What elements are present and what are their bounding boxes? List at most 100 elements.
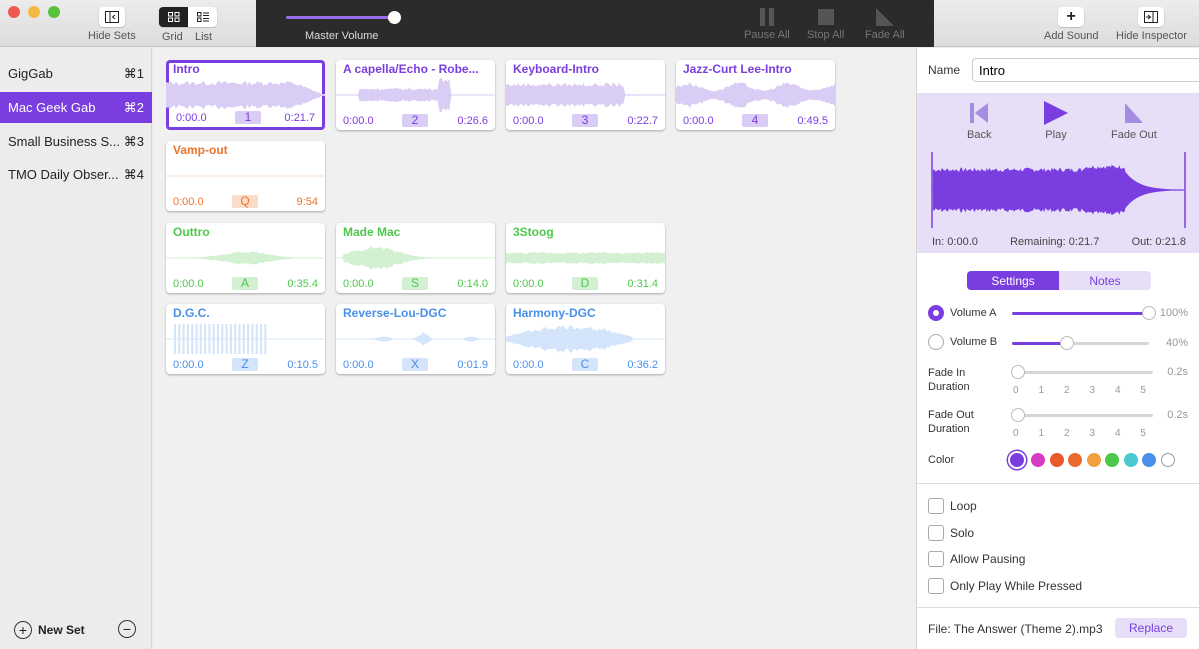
color-swatch[interactable] xyxy=(1068,453,1082,467)
only-play-while-pressed-checkbox[interactable]: Only Play While Pressed xyxy=(928,578,1082,594)
volume-b-radio[interactable] xyxy=(928,334,944,350)
stop-all-button[interactable]: Stop All xyxy=(807,8,844,41)
tab-settings[interactable]: Settings xyxy=(967,271,1059,290)
fade-in-slider[interactable] xyxy=(1010,365,1153,379)
set-item[interactable]: Small Business S... ⌘3 xyxy=(0,126,152,157)
divider xyxy=(917,607,1199,608)
sound-title: Harmony-DGC xyxy=(513,306,596,320)
tick-label: 3 xyxy=(1089,385,1096,396)
slider-knob[interactable] xyxy=(1059,336,1074,350)
fade-out-icon xyxy=(1124,103,1143,123)
fade-in-value: 0.2s xyxy=(1167,366,1188,378)
slider-knob[interactable] xyxy=(1010,408,1025,422)
fade-out-slider[interactable] xyxy=(1010,408,1153,422)
add-sound-button[interactable]: + Add Sound xyxy=(1044,7,1098,42)
replace-button[interactable]: Replace xyxy=(1115,618,1187,638)
sound-title: Jazz-Curt Lee-Intro xyxy=(683,62,792,76)
sound-hotkey: A xyxy=(232,277,258,290)
remove-set-button[interactable]: − xyxy=(118,620,136,638)
sound-waveform xyxy=(166,175,325,177)
tick-label: 1 xyxy=(1038,385,1045,396)
tick-label: 1 xyxy=(1038,428,1045,439)
volume-a-radio[interactable] xyxy=(928,305,944,321)
sound-card[interactable]: Made Mac 0:00.0 S 0:14.0 xyxy=(336,223,495,293)
waveform-editor[interactable] xyxy=(917,150,1199,230)
master-volume-track[interactable] xyxy=(286,16,396,19)
back-icon xyxy=(970,103,989,123)
loop-checkbox[interactable]: Loop xyxy=(928,498,977,514)
sound-card[interactable]: A capella/Echo - Robe... 0:00.0 2 0:26.6 xyxy=(336,60,495,130)
slider-knob[interactable] xyxy=(1010,365,1025,379)
master-volume-knob[interactable] xyxy=(388,11,401,24)
color-swatch[interactable] xyxy=(1010,453,1024,467)
color-label: Color xyxy=(928,454,955,466)
hide-inspector-button[interactable]: Hide Inspector xyxy=(1116,7,1187,42)
sound-card[interactable]: Intro 0:00.0 1 0:21.7 xyxy=(166,60,325,130)
sound-card[interactable]: D.G.C. 0:00.0 Z 0:10.5 xyxy=(166,304,325,374)
list-view-button[interactable] xyxy=(188,7,217,27)
set-item-selected[interactable]: Mac Geek Gab ⌘2 xyxy=(0,92,152,123)
sound-duration: 0:10.5 xyxy=(287,359,318,371)
back-button[interactable]: Back xyxy=(967,103,991,141)
color-picker xyxy=(1008,453,1179,467)
color-swatch[interactable] xyxy=(1160,453,1175,467)
fade-all-button[interactable]: Fade All xyxy=(865,8,905,41)
tab-notes[interactable]: Notes xyxy=(1059,271,1151,290)
fade-out-button[interactable]: Fade Out xyxy=(1111,103,1157,141)
view-mode-toggle xyxy=(159,7,217,27)
close-window-button[interactable] xyxy=(8,6,20,18)
sound-waveform xyxy=(506,82,665,108)
color-swatch[interactable] xyxy=(1049,453,1064,467)
sound-duration: 9:54 xyxy=(296,196,318,208)
hide-sets-button[interactable]: Hide Sets xyxy=(88,7,136,42)
sound-duration: 0:26.6 xyxy=(457,115,488,127)
zoom-window-button[interactable] xyxy=(48,6,60,18)
color-swatch[interactable] xyxy=(1123,453,1138,467)
sound-duration: 0:36.2 xyxy=(627,359,658,371)
file-name: File: The Answer (Theme 2).mp3 xyxy=(928,622,1103,636)
sound-card[interactable]: Vamp-out 0:00.0 Q 9:54 xyxy=(166,141,325,211)
set-item[interactable]: TMO Daily Obser... ⌘4 xyxy=(0,159,152,190)
grid-view-button[interactable] xyxy=(159,7,188,27)
tick-label: 4 xyxy=(1114,428,1121,439)
sound-title: Vamp-out xyxy=(173,143,228,157)
slider-knob[interactable] xyxy=(1142,306,1156,320)
sound-waveform xyxy=(676,82,835,108)
minimize-window-button[interactable] xyxy=(28,6,40,18)
hide-sets-label: Hide Sets xyxy=(88,30,136,42)
sound-card[interactable]: Reverse-Lou-DGC 0:00.0 X 0:01.9 xyxy=(336,304,495,374)
name-input[interactable] xyxy=(972,58,1199,82)
color-swatch[interactable] xyxy=(1142,453,1156,467)
solo-checkbox[interactable]: Solo xyxy=(928,525,974,541)
sound-hotkey: 1 xyxy=(235,111,261,124)
sound-card[interactable]: Jazz-Curt Lee-Intro 0:00.0 4 0:49.5 xyxy=(676,60,835,130)
pause-icon xyxy=(759,8,774,26)
remaining-time: Remaining: 0:21.7 xyxy=(1010,236,1100,248)
set-shortcut: ⌘3 xyxy=(123,133,144,149)
pause-all-button[interactable]: Pause All xyxy=(744,8,790,41)
transport-bar: Master Volume Pause All Stop All Fade Al… xyxy=(256,0,934,47)
sound-duration: 0:21.7 xyxy=(284,112,315,124)
tick-label: 4 xyxy=(1114,385,1121,396)
color-swatch[interactable] xyxy=(1105,453,1119,467)
sound-hotkey: Z xyxy=(232,358,258,371)
volume-a-slider[interactable] xyxy=(1012,306,1156,320)
color-swatch[interactable] xyxy=(1031,453,1045,467)
sound-card[interactable]: Keyboard-Intro 0:00.0 3 0:22.7 xyxy=(506,60,665,130)
set-shortcut: ⌘1 xyxy=(123,65,144,81)
stop-all-label: Stop All xyxy=(807,29,845,41)
volume-b-slider[interactable] xyxy=(1012,336,1149,350)
sound-card[interactable]: Harmony-DGC 0:00.0 C 0:36.2 xyxy=(506,304,665,374)
list-label: List xyxy=(195,31,213,43)
color-swatch[interactable] xyxy=(1086,453,1101,467)
sound-hotkey: Q xyxy=(232,195,258,208)
tick-label: 0 xyxy=(1013,428,1019,439)
tick-label: 2 xyxy=(1063,428,1070,439)
sound-card[interactable]: Outtro 0:00.0 A 0:35.4 xyxy=(166,223,325,293)
allow-pausing-checkbox[interactable]: Allow Pausing xyxy=(928,551,1025,567)
sound-grid: Intro 0:00.0 1 0:21.7 A capella/Echo - Ro… xyxy=(153,48,916,649)
set-item[interactable]: GigGab ⌘1 xyxy=(0,58,152,89)
new-set-button[interactable]: + New Set xyxy=(14,621,85,639)
play-button[interactable]: Play xyxy=(1044,101,1068,141)
sound-card[interactable]: 3Stoog 0:00.0 D 0:31.4 xyxy=(506,223,665,293)
